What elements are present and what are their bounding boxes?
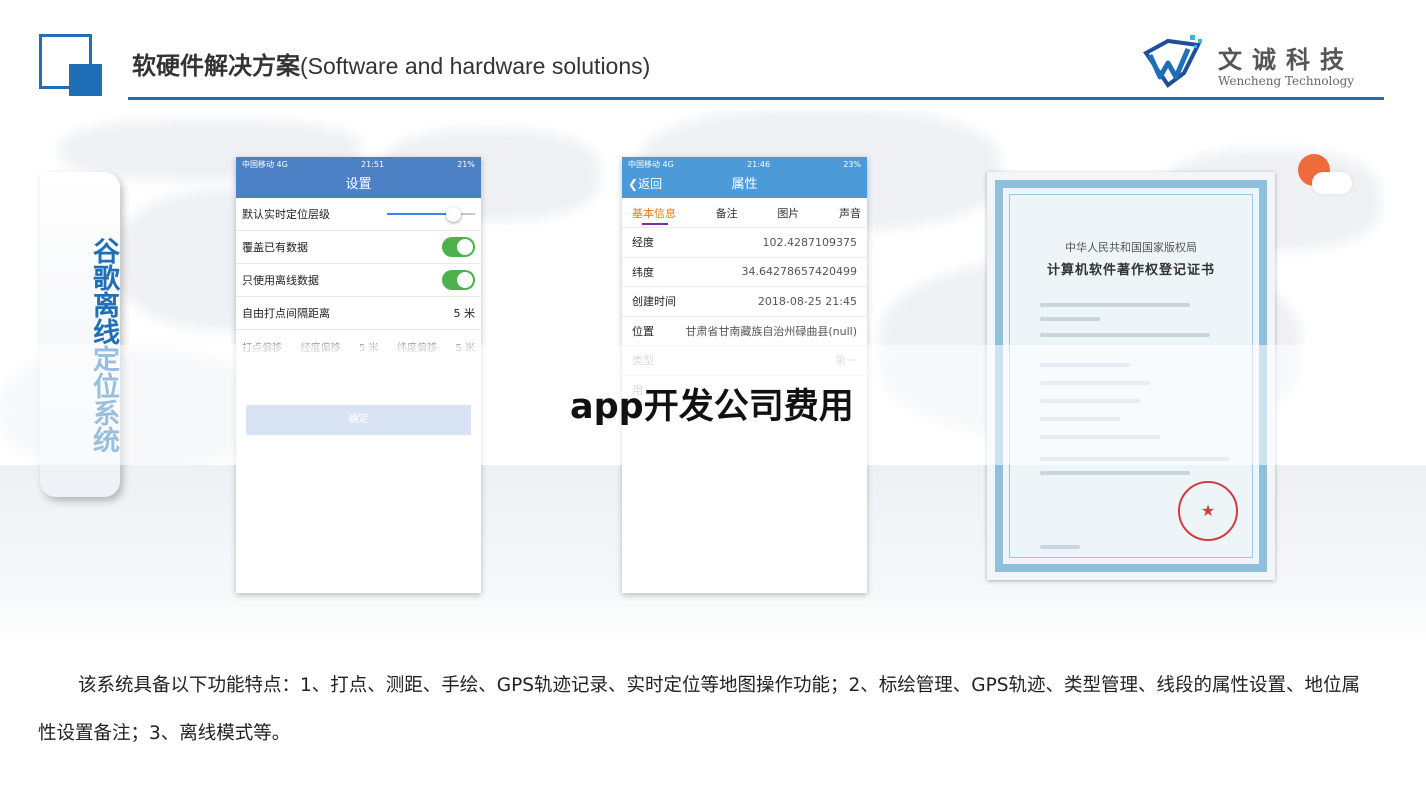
attr-row-created-time: 创建时间 2018-08-25 21:45 bbox=[622, 287, 867, 317]
nav-title: 属性 bbox=[731, 177, 758, 192]
attr-value: 甘肃省甘南藏族自治州碌曲县(null) bbox=[685, 324, 857, 338]
slider-fill bbox=[387, 213, 453, 215]
attribute-tabs: 基本信息 备注 图片 声音 bbox=[622, 198, 867, 228]
offline-only-toggle[interactable] bbox=[442, 270, 475, 290]
overlay-caption: app开发公司费用 bbox=[570, 387, 854, 427]
setting-row-offline-only: 只使用离线数据 bbox=[236, 264, 481, 297]
attr-row-longitude: 经度 102.4287109375 bbox=[622, 228, 867, 258]
official-seal: ★ bbox=[1178, 481, 1238, 541]
certificate-title: 计算机软件著作权登记证书 bbox=[1046, 263, 1215, 278]
attr-value: 34.64278657420499 bbox=[741, 265, 857, 279]
overwrite-toggle[interactable] bbox=[442, 237, 475, 257]
setting-row-overwrite: 覆盖已有数据 bbox=[236, 231, 481, 264]
setting-row-point-distance[interactable]: 自由打点间隔距离 5 米 bbox=[236, 297, 481, 330]
back-button[interactable]: ❮返回 bbox=[628, 171, 662, 198]
status-bar: 中国移动 4G 21:51 21% bbox=[236, 157, 481, 171]
active-tab-indicator bbox=[642, 223, 668, 225]
attr-label: 创建时间 bbox=[632, 295, 676, 309]
nav-bar: ❮返回 属性 bbox=[622, 171, 867, 198]
brand-name-en: Wencheng Technology bbox=[1218, 74, 1355, 88]
nav-title: 设置 bbox=[345, 177, 372, 192]
clock-label: 21:46 bbox=[747, 159, 771, 169]
status-bar: 中国移动 4G 21:46 23% bbox=[622, 157, 867, 171]
setting-label: 自由打点间隔距离 bbox=[242, 307, 330, 320]
tab-basic-info[interactable]: 基本信息 bbox=[632, 205, 676, 221]
attr-label: 纬度 bbox=[632, 265, 654, 279]
cloud-icon bbox=[1312, 172, 1352, 194]
page-title-cn: 软硬件解决方案 bbox=[132, 52, 300, 80]
tab-pictures[interactable]: 图片 bbox=[777, 205, 799, 221]
page-title-en: (Software and hardware solutions) bbox=[300, 53, 651, 79]
carrier-label: 中国移动 4G bbox=[242, 159, 288, 169]
certificate-text-line bbox=[1040, 303, 1190, 307]
slider-knob[interactable] bbox=[445, 207, 461, 222]
attr-value: 2018-08-25 21:45 bbox=[757, 294, 857, 308]
page-title: 软硬件解决方案(Software and hardware solutions) bbox=[132, 46, 650, 81]
certificate-authority: 中华人民共和国国家版权局 bbox=[1065, 241, 1197, 254]
tab-notes[interactable]: 备注 bbox=[716, 205, 738, 221]
slide-logo-fill bbox=[69, 64, 102, 96]
attr-row-latitude: 纬度 34.64278657420499 bbox=[622, 258, 867, 287]
brand-name-cn: 文诚科技 bbox=[1218, 46, 1354, 74]
attr-row-location: 位置 甘肃省甘南藏族自治州碌曲县(null) bbox=[622, 317, 867, 346]
battery-label: 23% bbox=[843, 159, 861, 169]
tab-sound[interactable]: 声音 bbox=[839, 205, 861, 221]
attr-value: 102.4287109375 bbox=[762, 235, 857, 249]
clock-label: 21:51 bbox=[361, 159, 385, 169]
certificate-text-line bbox=[1040, 545, 1080, 549]
chevron-left-icon: ❮ bbox=[628, 177, 639, 191]
nav-bar: 设置 bbox=[236, 171, 481, 198]
brand-logo-icon bbox=[1143, 35, 1202, 88]
certificate-text-line bbox=[1040, 333, 1210, 337]
certificate-text-line bbox=[1040, 317, 1100, 321]
setting-label: 覆盖已有数据 bbox=[242, 241, 308, 254]
setting-row-location-level: 默认实时定位层级 bbox=[236, 198, 481, 231]
attr-label: 位置 bbox=[632, 324, 654, 338]
back-label: 返回 bbox=[638, 177, 663, 191]
feature-description: 该系统具备以下功能特点：1、打点、测距、手绘、GPS轨迹记录、实时定位等地图操作… bbox=[38, 675, 1361, 744]
toggle-knob bbox=[457, 272, 473, 288]
certificate-text-line bbox=[1040, 471, 1190, 475]
setting-value: 5 米 bbox=[453, 307, 476, 320]
attr-label: 经度 bbox=[632, 236, 654, 250]
battery-label: 21% bbox=[457, 159, 475, 169]
toggle-knob bbox=[457, 239, 473, 255]
title-divider bbox=[128, 97, 1384, 100]
location-level-slider[interactable] bbox=[387, 207, 475, 222]
setting-label: 只使用离线数据 bbox=[242, 274, 319, 287]
carrier-label: 中国移动 4G bbox=[628, 159, 674, 169]
setting-label: 默认实时定位层级 bbox=[242, 208, 330, 221]
